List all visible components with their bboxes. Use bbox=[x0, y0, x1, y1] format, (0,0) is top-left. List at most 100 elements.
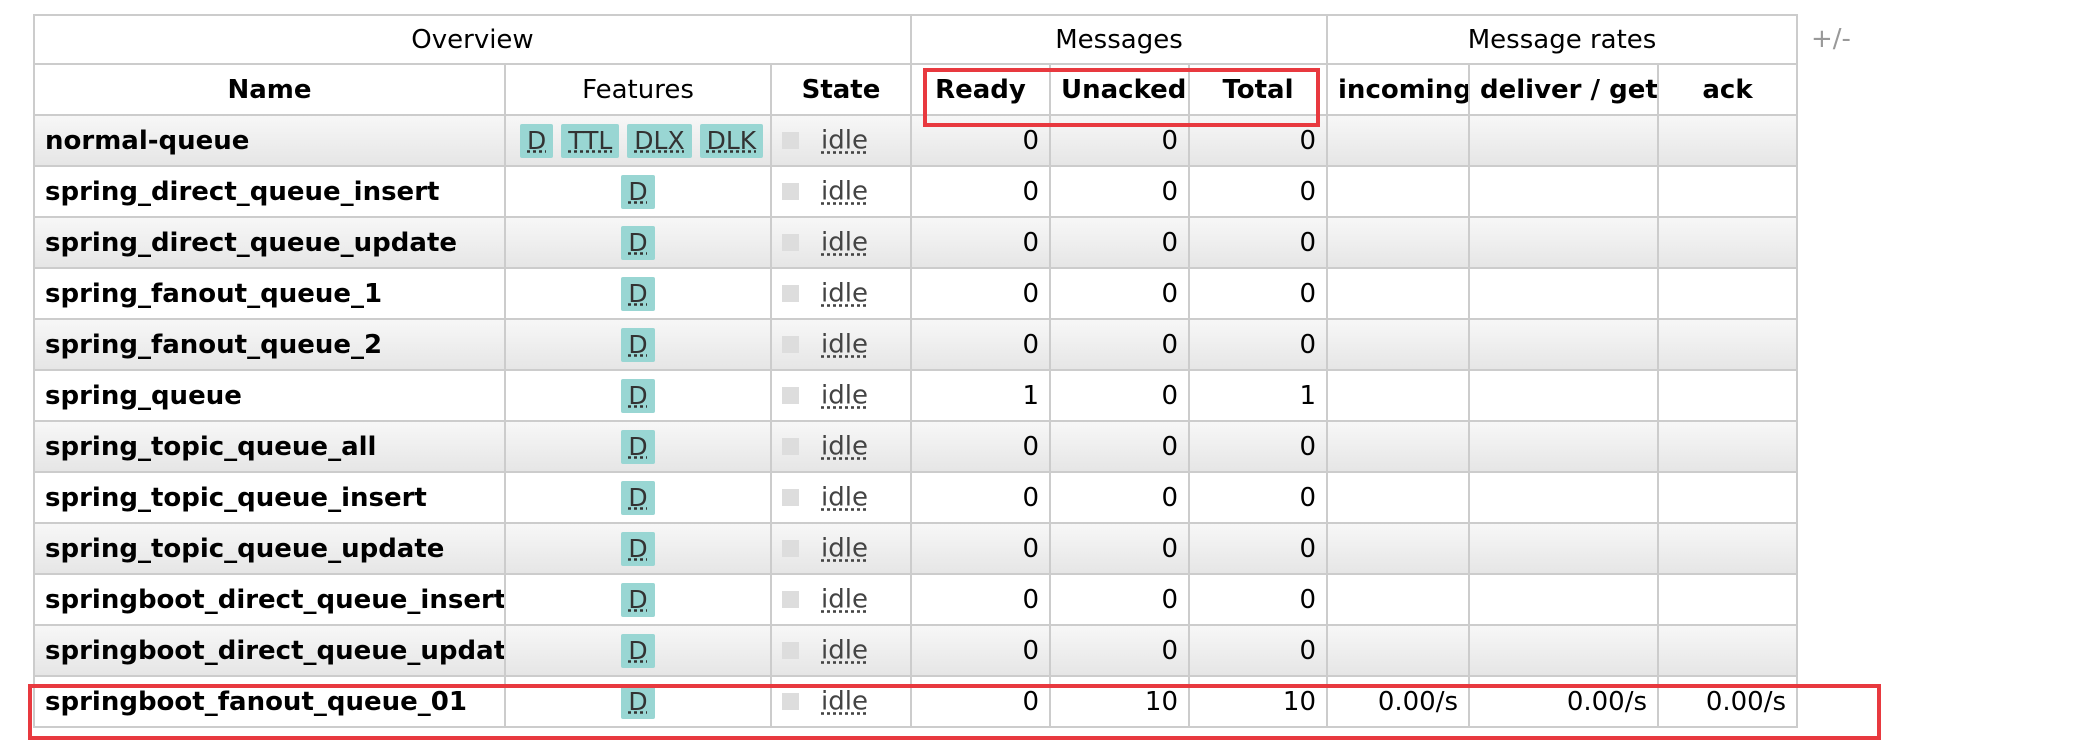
deliver-get-rate bbox=[1468, 165, 1660, 218]
ready-count: 0 bbox=[910, 624, 1051, 677]
col-unacked-header[interactable]: Unacked bbox=[1049, 63, 1190, 116]
feature-tag: D bbox=[621, 429, 655, 464]
state-text: idle bbox=[821, 329, 868, 360]
queue-state-cell: idle bbox=[770, 420, 912, 473]
queue-name-link[interactable]: spring_fanout_queue_1 bbox=[33, 267, 506, 320]
table-row: spring_direct_queue_update Didle 0 0 0 bbox=[33, 216, 1799, 269]
feature-tag: D bbox=[621, 531, 655, 566]
state-text: idle bbox=[821, 125, 868, 156]
deliver-get-rate bbox=[1468, 216, 1660, 269]
unacked-count: 0 bbox=[1049, 267, 1190, 320]
group-message-rates: Message rates bbox=[1326, 14, 1799, 65]
table-row: spring_fanout_queue_1 Didle 0 0 0 bbox=[33, 267, 1799, 320]
queue-state-cell: idle bbox=[770, 114, 912, 167]
table-row: spring_fanout_queue_2 Didle 0 0 0 bbox=[33, 318, 1799, 371]
col-incoming-header[interactable]: incoming bbox=[1326, 63, 1471, 116]
deliver-get-rate bbox=[1468, 522, 1660, 575]
total-count: 0 bbox=[1187, 522, 1329, 575]
unacked-count: 0 bbox=[1049, 573, 1190, 626]
total-count: 0 bbox=[1187, 471, 1329, 524]
deliver-get-rate bbox=[1468, 573, 1660, 626]
feature-tag: DLX bbox=[627, 123, 692, 158]
queue-features-cell: D bbox=[504, 369, 772, 422]
state-indicator-icon bbox=[782, 132, 799, 150]
queue-features-cell: D TTL DLX DLK bbox=[504, 114, 772, 167]
ack-rate bbox=[1657, 573, 1799, 626]
ready-count: 0 bbox=[910, 267, 1051, 320]
ready-count: 0 bbox=[910, 573, 1051, 626]
unacked-count: 0 bbox=[1049, 216, 1190, 269]
column-header-row: Name Features State Ready Unacked Total … bbox=[33, 63, 1799, 116]
col-ready-header[interactable]: Ready bbox=[910, 63, 1051, 116]
unacked-count: 0 bbox=[1049, 114, 1190, 167]
total-count: 0 bbox=[1187, 114, 1329, 167]
queue-features-cell: D bbox=[504, 573, 772, 626]
queue-features-cell: D bbox=[504, 267, 772, 320]
queue-state-cell: idle bbox=[770, 318, 912, 371]
queue-state-cell: idle bbox=[770, 216, 912, 269]
feature-tag: D bbox=[621, 633, 655, 668]
queue-state-cell: idle bbox=[770, 267, 912, 320]
col-name-header[interactable]: Name bbox=[33, 63, 506, 116]
ack-rate bbox=[1657, 114, 1799, 167]
queue-name-link[interactable]: normal-queue bbox=[33, 114, 506, 167]
column-toggle-button[interactable]: +/- bbox=[1811, 24, 1851, 54]
queue-name-link[interactable]: spring_direct_queue_update bbox=[33, 216, 506, 269]
incoming-rate bbox=[1326, 165, 1471, 218]
incoming-rate bbox=[1326, 471, 1471, 524]
deliver-get-rate bbox=[1468, 420, 1660, 473]
unacked-count: 0 bbox=[1049, 369, 1190, 422]
col-deliver-get-header[interactable]: deliver / get bbox=[1468, 63, 1660, 116]
queue-features-cell: D bbox=[504, 165, 772, 218]
deliver-get-rate bbox=[1468, 624, 1660, 677]
unacked-count: 0 bbox=[1049, 624, 1190, 677]
group-header-row: Overview Messages Message rates bbox=[33, 14, 1799, 65]
queue-name-link[interactable]: springboot_fanout_queue_01 bbox=[33, 675, 506, 728]
queue-name-link[interactable]: spring_topic_queue_update bbox=[33, 522, 506, 575]
ready-count: 0 bbox=[910, 522, 1051, 575]
queue-name-link[interactable]: springboot_direct_queue_update bbox=[33, 624, 506, 677]
state-indicator-icon bbox=[782, 387, 799, 405]
state-text: idle bbox=[821, 482, 868, 513]
group-messages: Messages bbox=[909, 14, 1329, 65]
ack-rate bbox=[1657, 522, 1799, 575]
feature-tag: TTL bbox=[561, 123, 620, 158]
col-total-header[interactable]: Total bbox=[1187, 63, 1329, 116]
col-state-header[interactable]: State bbox=[770, 63, 912, 116]
queue-state-cell: idle bbox=[770, 624, 912, 677]
table-row: spring_topic_queue_update Didle 0 0 0 bbox=[33, 522, 1799, 575]
queue-name-link[interactable]: spring_direct_queue_insert bbox=[33, 165, 506, 218]
queue-state-cell: idle bbox=[770, 522, 912, 575]
queue-features-cell: D bbox=[504, 216, 772, 269]
ready-count: 0 bbox=[910, 471, 1051, 524]
queue-name-link[interactable]: springboot_direct_queue_insert bbox=[33, 573, 506, 626]
incoming-rate bbox=[1326, 318, 1471, 371]
table-row: springboot_direct_queue_update Didle 0 0 0 bbox=[33, 624, 1799, 677]
queue-name-link[interactable]: spring_topic_queue_all bbox=[33, 420, 506, 473]
queue-name-link[interactable]: spring_queue bbox=[33, 369, 506, 422]
queue-features-cell: D bbox=[504, 420, 772, 473]
col-features-header: Features bbox=[504, 63, 772, 116]
table-row: normal-queue D TTL DLX DLK idle 0 0 0 bbox=[33, 114, 1799, 167]
queue-name-link[interactable]: spring_fanout_queue_2 bbox=[33, 318, 506, 371]
table-row: spring_topic_queue_insert Didle 0 0 0 bbox=[33, 471, 1799, 524]
feature-tag: D bbox=[621, 225, 655, 260]
unacked-count: 0 bbox=[1049, 318, 1190, 371]
total-count: 0 bbox=[1187, 420, 1329, 473]
incoming-rate bbox=[1326, 267, 1471, 320]
queue-state-cell: idle bbox=[770, 471, 912, 524]
unacked-count: 10 bbox=[1049, 675, 1190, 728]
queue-name-link[interactable]: spring_topic_queue_insert bbox=[33, 471, 506, 524]
table-row: springboot_direct_queue_insert Didle 0 0 0 bbox=[33, 573, 1799, 626]
deliver-get-rate bbox=[1468, 318, 1660, 371]
feature-tag: D bbox=[621, 174, 655, 209]
feature-tag: D bbox=[621, 480, 655, 515]
queue-table-body: normal-queue D TTL DLX DLK idle 0 0 0 spring_dire… bbox=[33, 114, 1799, 728]
feature-tag: D bbox=[621, 378, 655, 413]
table-row: spring_queue Didle 1 0 1 bbox=[33, 369, 1799, 422]
table-row: springboot_fanout_queue_01 Didle 0 10 10 0.00… bbox=[33, 675, 1799, 728]
ack-rate bbox=[1657, 369, 1799, 422]
col-ack-header[interactable]: ack bbox=[1657, 63, 1799, 116]
state-indicator-icon bbox=[782, 489, 799, 507]
state-text: idle bbox=[821, 227, 868, 258]
